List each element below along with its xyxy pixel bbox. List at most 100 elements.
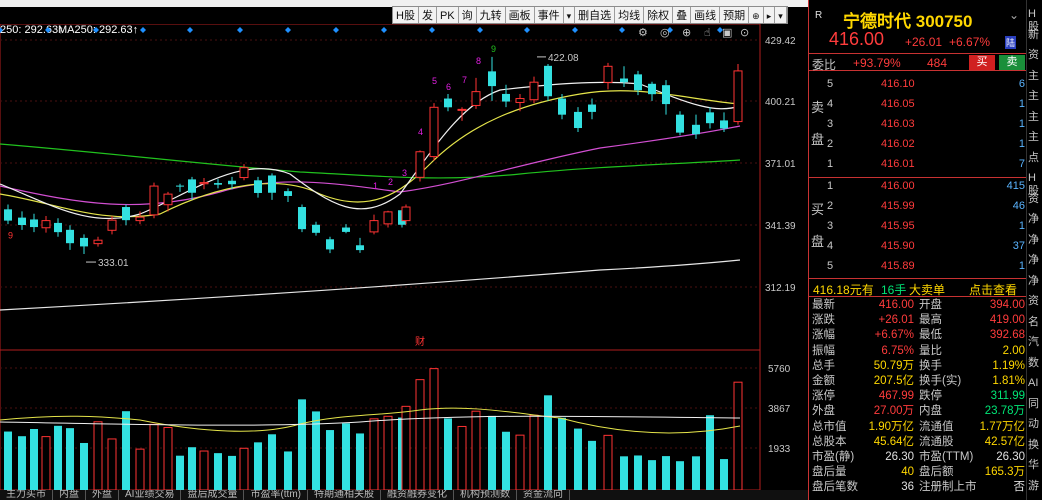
side-strip-item[interactable]: 数 [1028, 357, 1042, 370]
toolbar-item-10[interactable]: 除权 [644, 7, 674, 23]
volume-bar-down [620, 456, 628, 490]
bottom-tab-4[interactable]: 盘后成交量 [181, 490, 245, 500]
toolbar-item-5[interactable]: 画板 [506, 7, 535, 23]
side-strip-item[interactable]: 游 [1028, 480, 1042, 493]
volume-bar-down [54, 425, 62, 490]
toolbar-item-4[interactable]: 九转 [477, 7, 506, 23]
buy-row-3[interactable]: 3 415.95 1 [809, 216, 1027, 236]
buy-level: 5 [827, 260, 834, 272]
toolbar-item-2[interactable]: PK [437, 7, 459, 23]
candle-body-down [54, 222, 62, 233]
sell-level: 5 [827, 78, 834, 90]
toolbar-item-13[interactable]: 预期 [720, 7, 750, 23]
td-sequence-label: 4 [418, 127, 423, 137]
stat-l1: 总市值 [812, 420, 847, 433]
bottom-tab-3[interactable]: AI业绩交易 [119, 490, 182, 500]
bottom-tab-2[interactable]: 外盘 [86, 490, 119, 500]
toolbar-item-14[interactable]: ⊕ [749, 7, 764, 23]
buy-price: 415.89 [881, 260, 915, 272]
chevron-down-icon[interactable]: ⌄ [1009, 8, 1019, 22]
bottom-tab-8[interactable]: 机构预测数 [454, 490, 517, 500]
side-strip-item[interactable]: AI [1028, 377, 1042, 390]
ticker-view-link[interactable]: 点击查看 [969, 281, 1017, 298]
sell-volume: 1 [1018, 138, 1025, 150]
stat-l1: 总股本 [812, 435, 847, 448]
volume-bar-down [326, 430, 334, 490]
chart-tool-icon: ⊕ [682, 26, 691, 39]
toolbar-item-7[interactable]: ▾ [564, 7, 576, 23]
buy-price: 415.90 [881, 240, 915, 252]
side-strip-item[interactable]: 净 [1028, 213, 1042, 226]
toolbar-item-1[interactable]: 发 [419, 7, 437, 23]
toolbar-item-12[interactable]: 画线 [691, 7, 721, 23]
stat-l1: 涨跌 [812, 314, 835, 327]
bottom-tab-0[interactable]: 主力买市 [0, 490, 53, 500]
side-strip-item[interactable]: 动 [1028, 418, 1042, 431]
buy-button[interactable]: 买 [969, 55, 995, 70]
side-strip-item[interactable]: 同 [1028, 398, 1042, 411]
chart-tool-icon: ☝ [704, 26, 711, 39]
candle-body-down [284, 191, 292, 196]
side-strip-item[interactable]: 换 [1028, 439, 1042, 452]
side-strip-item[interactable]: 新 [1028, 29, 1042, 42]
bottom-tab-9[interactable]: 资金流向 [517, 490, 570, 500]
buy-row-5[interactable]: 5 415.89 1 [809, 256, 1027, 276]
side-strip-item[interactable]: 资 [1028, 295, 1042, 308]
buy-row-1[interactable]: 1 416.00 415 [809, 176, 1027, 196]
sell-row-5[interactable]: 1 416.01 7 [809, 154, 1027, 174]
stat-l2: 最高 [919, 314, 942, 327]
bottom-tab-6[interactable]: 特期通相关股 [308, 490, 381, 500]
side-strip-item[interactable]: 资 [1028, 49, 1042, 62]
sell-price: 416.02 [881, 138, 915, 150]
volume-bar-down [18, 436, 26, 490]
buy-row-2[interactable]: 2 415.99 46 [809, 196, 1027, 216]
side-strip-item[interactable]: 主 [1028, 90, 1042, 103]
toolbar-item-9[interactable]: 均线 [615, 7, 645, 23]
side-strip-item[interactable]: 净 [1028, 254, 1042, 267]
side-strip-item[interactable]: 主 [1028, 131, 1042, 144]
sell-row-1[interactable]: 5 416.10 6 [809, 74, 1027, 94]
bottom-tab-1[interactable]: 内盘 [53, 490, 86, 500]
sell-button[interactable]: 卖 [999, 55, 1025, 70]
side-strip-item[interactable]: 净 [1028, 234, 1042, 247]
price-axis-label: 312.19 [765, 283, 796, 294]
stat-l2: 换手(实) [919, 375, 962, 387]
side-strip-item[interactable]: 华 [1028, 459, 1042, 472]
stat-row: 外盘 27.00万 内盘 23.78万 [809, 404, 1027, 419]
sell-row-3[interactable]: 3 416.03 1 [809, 114, 1027, 134]
toolbar-item-3[interactable]: 询 [459, 7, 477, 23]
toolbar-item-15[interactable]: ▸ [764, 7, 776, 23]
td-sequence-label: 3 [402, 168, 407, 178]
side-strip-item[interactable]: 主 [1028, 111, 1042, 124]
candle-body-down [298, 207, 306, 230]
side-strip-item[interactable]: 主 [1028, 70, 1042, 83]
toolbar-item-16[interactable]: ▾ [775, 7, 787, 23]
td-sequence-label: 1 [373, 181, 378, 191]
volume-bar-up [149, 423, 159, 490]
stat-row: 最新 416.00 开盘 394.00 [809, 298, 1027, 313]
bottom-tab-5[interactable]: 市盈率(ttm) [244, 490, 308, 500]
side-strip-item[interactable]: 汽 [1028, 336, 1042, 349]
sell-row-4[interactable]: 2 416.02 1 [809, 134, 1027, 154]
candle-body-down [662, 85, 670, 105]
kline-chart[interactable]: 422.08333.01财1 234567899 429.42400.21371.… [0, 24, 808, 490]
buy-volume: 37 [1012, 240, 1025, 252]
bottom-tab-7[interactable]: 融资融券变化 [381, 490, 454, 500]
toolbar-item-11[interactable]: 叠 [673, 7, 692, 23]
buy-row-4[interactable]: 4 415.90 37 [809, 236, 1027, 256]
sell-level: 2 [827, 138, 834, 150]
toolbar-item-0[interactable]: H股 [393, 7, 419, 23]
trade-ticker[interactable]: 416.18元有 16手 大卖单 点击查看 [809, 278, 1027, 297]
side-strip-item[interactable]: 净 [1028, 275, 1042, 288]
stat-v1: +6.67% [874, 329, 914, 342]
side-strip-item[interactable]: 资 [1028, 193, 1042, 206]
candle-body-down [188, 179, 196, 193]
side-strip-item[interactable]: 名 [1028, 316, 1042, 329]
volume-bar-down [544, 395, 552, 490]
candle-body-down [620, 78, 628, 83]
candle-body-up [41, 220, 51, 229]
side-strip-item[interactable]: 点 [1028, 152, 1042, 165]
sell-row-2[interactable]: 4 416.05 1 [809, 94, 1027, 114]
toolbar-item-6[interactable]: 事件 [535, 7, 564, 23]
toolbar-item-8[interactable]: 删自选 [575, 7, 616, 23]
